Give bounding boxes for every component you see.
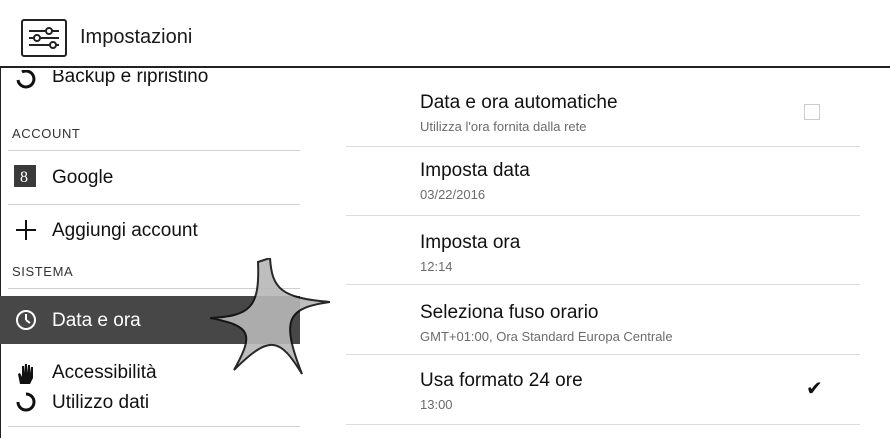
divider — [346, 146, 860, 147]
setting-title: Imposta ora — [420, 232, 521, 253]
divider — [346, 354, 860, 355]
setting-title: Seleziona fuso orario — [420, 302, 599, 323]
plus-icon — [14, 218, 38, 242]
divider — [346, 284, 860, 285]
action-bar: Impostazioni — [0, 0, 890, 68]
divider — [8, 204, 300, 205]
setting-auto-date-time[interactable]: Data e ora automatiche Utilizza l'ora fo… — [346, 82, 860, 142]
setting-timezone[interactable]: Seleziona fuso orario GMT+01:00, Ora Sta… — [346, 288, 860, 354]
divider — [8, 426, 300, 427]
sidebar-item-label: Google — [52, 167, 114, 188]
section-header-account: ACCOUNT — [12, 126, 81, 141]
svg-text:8: 8 — [20, 169, 28, 186]
page-title: Impostazioni — [80, 26, 193, 48]
data-usage-icon — [14, 392, 38, 416]
sidebar-item-label: Data e ora — [52, 310, 141, 331]
divider — [346, 215, 860, 216]
sidebar-item-label: Aggiungi account — [52, 220, 198, 241]
settings-sliders-icon[interactable] — [21, 19, 67, 57]
section-header-system: SISTEMA — [12, 264, 74, 279]
tap-indicator-icon — [210, 258, 330, 375]
google-icon: 8 — [14, 165, 36, 187]
checkmark-icon[interactable]: ✔ — [806, 376, 823, 401]
sidebar-item-label: Backup e ripristino — [52, 70, 209, 87]
date-time-settings-pane: Data e ora automatiche Utilizza l'ora fo… — [346, 70, 860, 438]
backup-icon — [14, 70, 38, 90]
sidebar-item-add-account[interactable]: Aggiungi account — [0, 206, 300, 256]
setting-title: Imposta data — [420, 160, 530, 181]
setting-title: Usa formato 24 ore — [420, 370, 583, 391]
sidebar-item-data-usage[interactable]: Utilizzo dati — [0, 388, 300, 422]
setting-title: Data e ora automatiche — [420, 92, 618, 113]
sidebar-item-label: Accessibilità — [52, 362, 157, 383]
sidebar-item-google[interactable]: 8 Google — [0, 151, 300, 203]
setting-summary: 03/22/2016 — [420, 187, 486, 202]
divider — [346, 424, 860, 425]
settings-sidebar: Backup e ripristino ACCOUNT 8 Google Agg… — [0, 70, 300, 438]
auto-date-time-checkbox[interactable] — [804, 104, 820, 120]
setting-set-date[interactable]: Imposta data 03/22/2016 — [346, 150, 860, 214]
hand-icon — [14, 362, 38, 386]
setting-24-hour-format[interactable]: Usa formato 24 ore 13:00 ✔ — [346, 358, 860, 424]
setting-summary: Utilizza l'ora fornita dalla rete — [420, 119, 587, 134]
sidebar-item-label: Utilizzo dati — [52, 392, 150, 413]
setting-summary: 12:14 — [420, 259, 453, 274]
setting-summary: GMT+01:00, Ora Standard Europa Centrale — [420, 329, 673, 344]
sidebar-item-backup[interactable]: Backup e ripristino — [0, 70, 300, 92]
setting-summary: 13:00 — [420, 397, 453, 412]
clock-icon — [14, 308, 38, 332]
setting-set-time[interactable]: Imposta ora 12:14 — [346, 220, 860, 284]
